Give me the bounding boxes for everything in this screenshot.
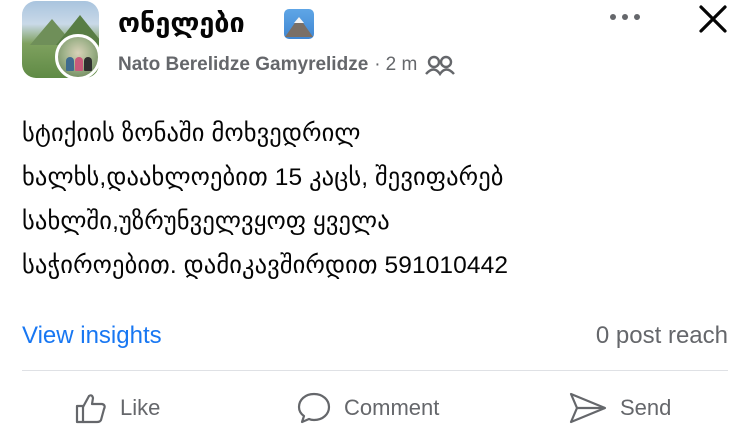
insights-row: View insights 0 post reach	[22, 318, 728, 358]
more-options-icon	[610, 14, 616, 20]
post-meta: Nato Berelidze Gamyrelidze · 2 m	[118, 54, 456, 77]
post-reach-count: 0 post reach	[595, 322, 728, 349]
post-actions-bar: Like Comment Send	[0, 384, 750, 430]
post-time[interactable]: 2 m	[386, 54, 418, 76]
avatar-group[interactable]	[22, 1, 101, 80]
mountain-emoji-icon	[284, 9, 314, 39]
thumbs-up-icon	[75, 394, 106, 424]
more-options-button[interactable]	[606, 0, 646, 34]
members-icon	[425, 54, 456, 77]
group-name[interactable]: ონელები	[118, 8, 245, 39]
close-button[interactable]	[696, 2, 730, 36]
close-icon	[699, 5, 727, 33]
comment-bubble-icon	[297, 392, 331, 424]
send-button[interactable]: Send	[568, 390, 671, 426]
post-header: ონელები Nato Berelidze Gamyrelidze · 2 m	[22, 0, 732, 80]
divider	[22, 370, 728, 371]
comment-button[interactable]: Comment	[296, 390, 439, 426]
like-button[interactable]: Like	[74, 390, 160, 426]
post-body-text: სტიქიის ზონაში მოხვედრილ ხალხს,დაახლოები…	[22, 120, 509, 279]
send-arrow-icon	[569, 392, 607, 424]
like-label: Like	[120, 395, 161, 420]
author-name[interactable]: Nato Berelidze Gamyrelidze	[118, 54, 368, 76]
view-insights-link[interactable]: View insights	[22, 322, 162, 350]
author-avatar[interactable]	[55, 34, 101, 80]
comment-label: Comment	[344, 395, 440, 420]
meta-separator: ·	[374, 54, 381, 75]
send-label: Send	[620, 395, 672, 420]
